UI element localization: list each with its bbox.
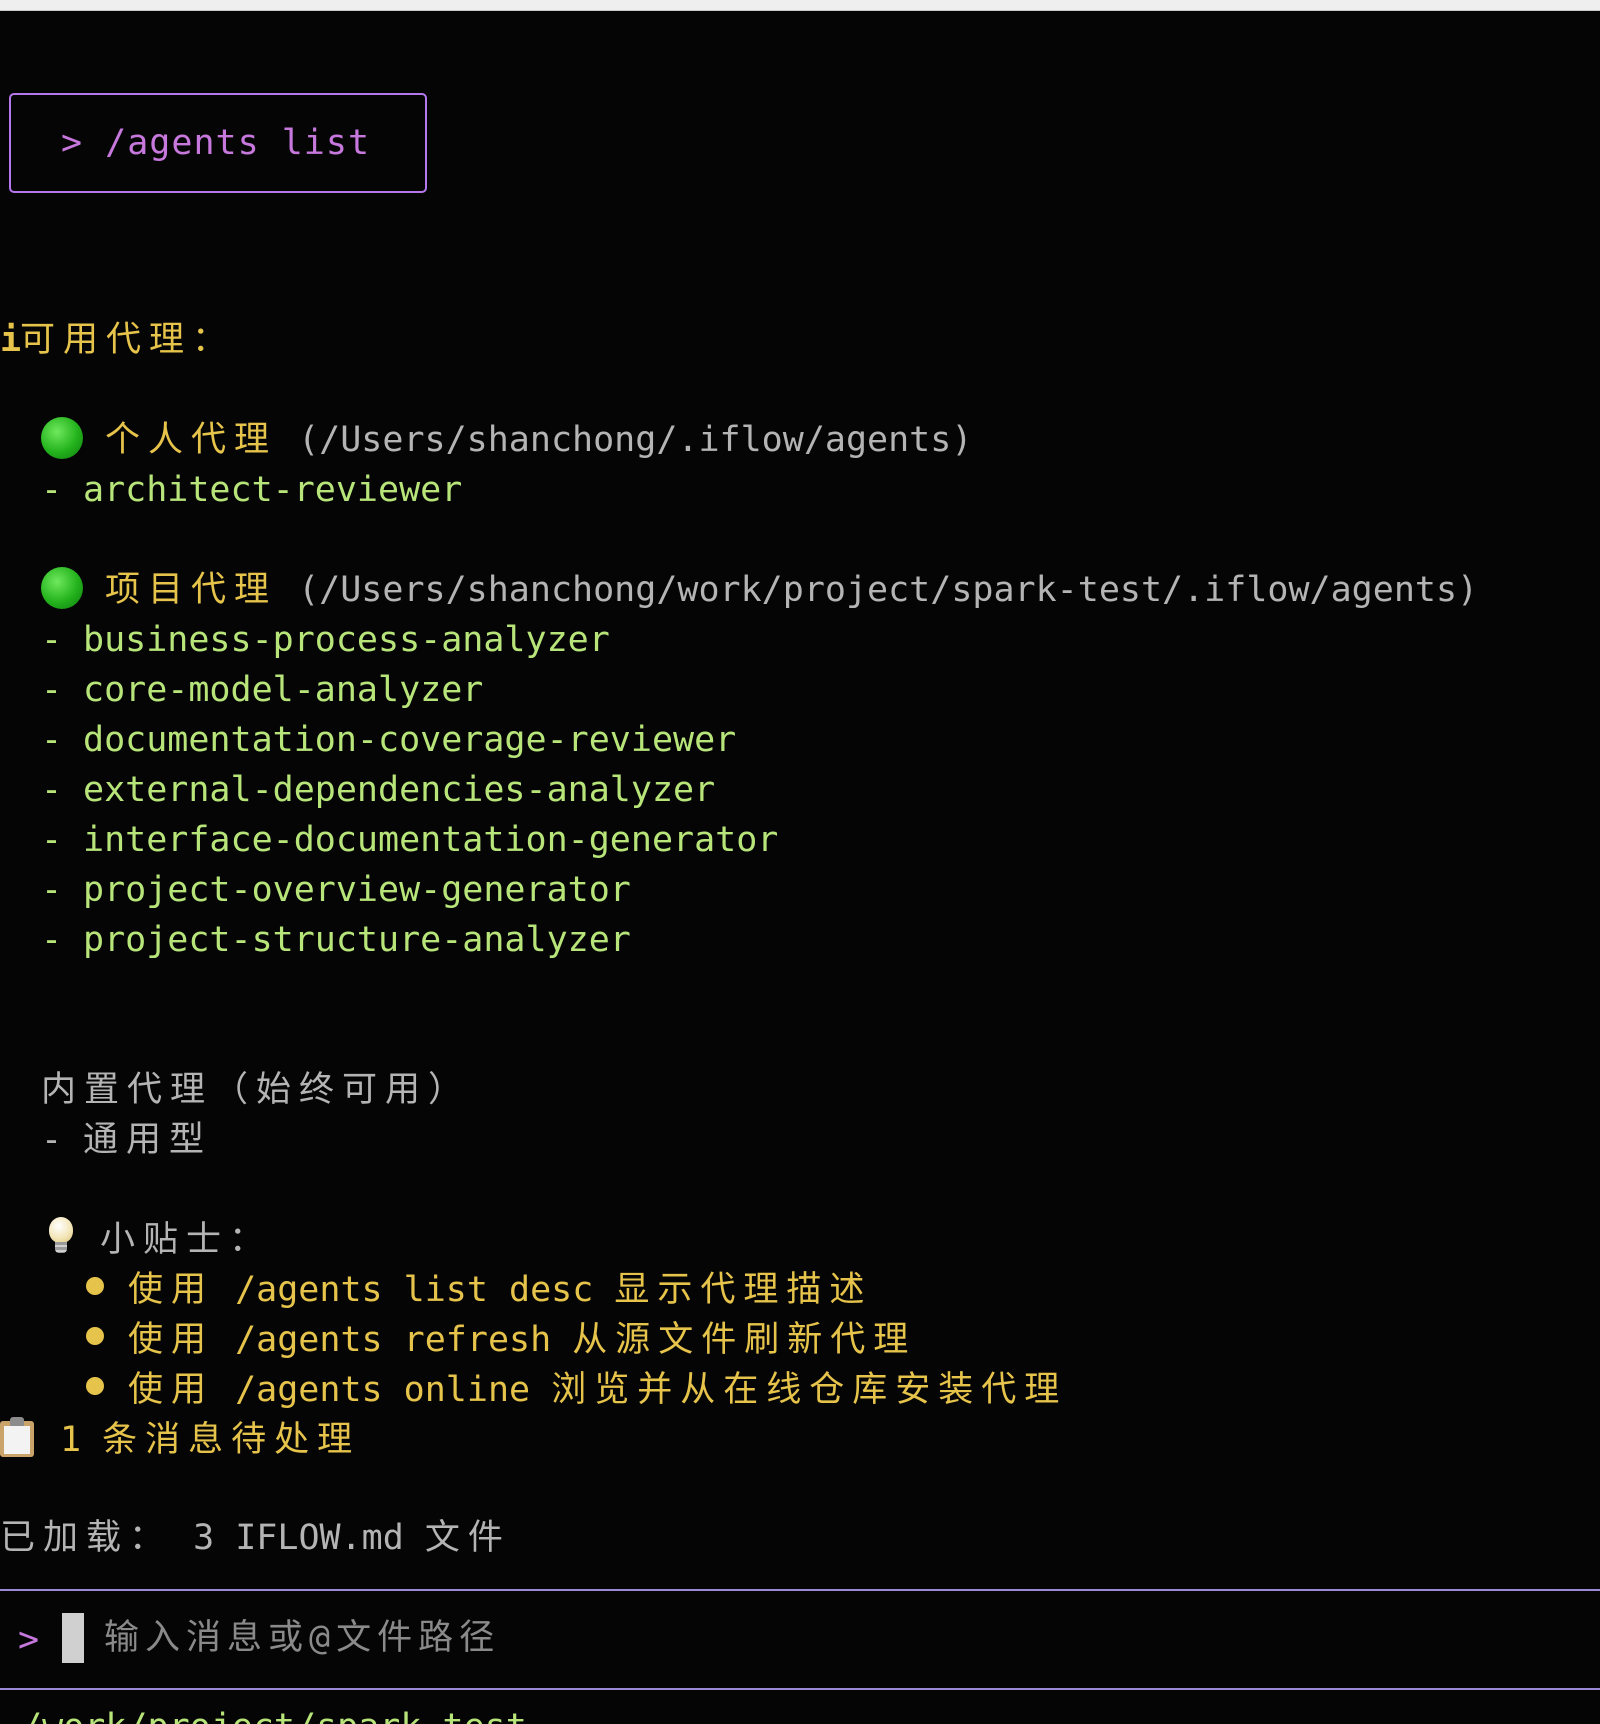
tip-description: 从源文件刷新代理 [572, 1320, 917, 1360]
command-box: > /agents list [9, 93, 427, 193]
pending-count: 1 [60, 1420, 82, 1460]
list-item: - architect-reviewer [41, 470, 463, 510]
tip-description: 浏览并从在线仓库安装代理 [551, 1370, 1068, 1410]
agent-name: project-structure-analyzer [83, 920, 631, 960]
list-item: - business-process-analyzer [41, 620, 610, 660]
agent-name: interface-documentation-generator [83, 820, 779, 860]
tips-header: 小贴士： [46, 1215, 272, 1265]
tip-item: 使用 /agents online 浏览并从在线仓库安装代理 [86, 1365, 1067, 1415]
green-circle-icon [41, 417, 83, 459]
info-icon: i [0, 320, 30, 360]
list-item: - core-model-analyzer [41, 670, 484, 710]
tip-description: 显示代理描述 [614, 1270, 873, 1310]
tips-title: 小贴士： [100, 1220, 273, 1260]
green-circle-icon [41, 567, 83, 609]
list-item: - documentation-coverage-reviewer [41, 720, 737, 760]
list-item: - interface-documentation-generator [41, 820, 779, 860]
loaded-label: 已加载： [0, 1518, 173, 1558]
agent-name: business-process-analyzer [83, 620, 610, 660]
agent-name: external-dependencies-analyzer [83, 770, 716, 810]
message-input[interactable] [104, 1613, 1504, 1663]
bullet-icon [86, 1327, 104, 1345]
loaded-unit: 文件 [424, 1518, 511, 1558]
agent-name: architect-reviewer [83, 470, 463, 510]
input-prompt: > [18, 1620, 40, 1660]
list-item: - project-overview-generator [41, 870, 631, 910]
pending-messages: 1 条消息待处理 [0, 1415, 360, 1465]
output-heading-line: i可用代理： [0, 315, 235, 365]
personal-agents-path: (/Users/shanchong/.iflow/agents) [298, 420, 973, 460]
loaded-files: 已加载： 3 IFLOW.md 文件 [0, 1513, 511, 1563]
lightbulb-icon [46, 1217, 76, 1257]
pending-text: 条消息待处理 [102, 1420, 361, 1460]
command-line: > /agents list [61, 118, 370, 168]
agent-name: 通用型 [83, 1120, 213, 1160]
input-top-border [0, 1589, 1600, 1591]
personal-agents-header: 个人代理 (/Users/shanchong/.iflow/agents) [41, 415, 972, 465]
tip-command: /agents refresh [235, 1320, 552, 1360]
command-text: /agents list [105, 123, 371, 163]
clipboard-icon [0, 1417, 34, 1457]
tip-command: /agents list desc [235, 1270, 594, 1310]
window-top-strip [0, 0, 1600, 11]
tip-command: /agents online [235, 1370, 531, 1410]
tip-item: 使用 /agents refresh 从源文件刷新代理 [86, 1315, 916, 1365]
input-bottom-border [0, 1688, 1600, 1690]
project-agents-title: 项目代理 [105, 570, 278, 610]
list-item: - 通用型 [41, 1120, 213, 1160]
agent-name: core-model-analyzer [83, 670, 484, 710]
text-cursor [62, 1613, 84, 1663]
list-item: - project-structure-analyzer [41, 920, 631, 960]
status-path: ~/work/project/spark-test [0, 1702, 527, 1724]
bullet-icon [86, 1277, 104, 1295]
project-agents-path: (/Users/shanchong/work/project/spark-tes… [298, 570, 1479, 610]
agent-name: project-overview-generator [83, 870, 631, 910]
loaded-value: 3 IFLOW.md [193, 1518, 404, 1558]
command-prompt: > [61, 123, 84, 163]
project-agents-header: 项目代理 (/Users/shanchong/work/project/spar… [41, 565, 1478, 615]
output-heading: 可用代理： [20, 320, 236, 360]
bullet-icon [86, 1377, 104, 1395]
personal-agents-title: 个人代理 [105, 420, 278, 460]
builtin-agents-title: 内置代理（始终可用） [41, 1070, 472, 1110]
tip-item: 使用 /agents list desc 显示代理描述 [86, 1265, 872, 1315]
agent-name: documentation-coverage-reviewer [83, 720, 737, 760]
list-item: - external-dependencies-analyzer [41, 770, 716, 810]
